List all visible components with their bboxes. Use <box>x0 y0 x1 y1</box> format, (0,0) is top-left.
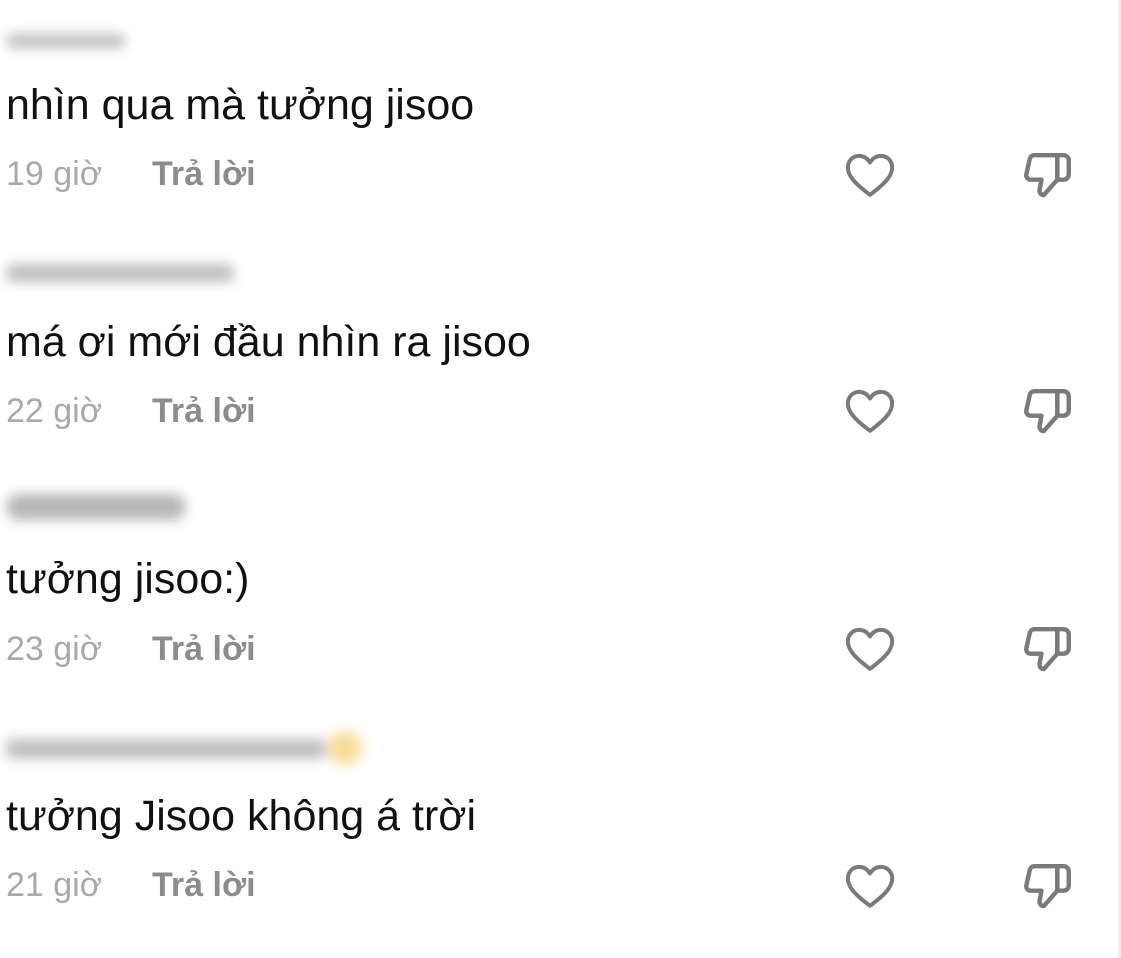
comment-time: 21 giờ <box>6 865 103 904</box>
username-blurred[interactable] <box>6 486 196 526</box>
heart-icon[interactable] <box>842 858 898 914</box>
comment-time: 23 giờ <box>6 629 103 668</box>
comment-text: tưởng Jisoo không á trời <box>6 792 477 840</box>
username-blurred[interactable] <box>6 250 246 290</box>
comment-item: nhìn qua mà tưởng jisoo 19 giờ Trả lời <box>0 0 1121 236</box>
username-blurred[interactable] <box>6 723 366 765</box>
comment-item: tưởng Jisoo không á trời 21 giờ Trả lời <box>0 711 1121 947</box>
comment-item: má ơi mới đầu nhìn ra jisoo 22 giờ Trả l… <box>0 236 1121 472</box>
comment-text: nhìn qua mà tưởng jisoo <box>6 81 475 129</box>
comment-time: 22 giờ <box>6 391 103 430</box>
thumbs-down-icon[interactable] <box>1020 147 1076 203</box>
comment-item: tưởng jisoo:) 23 giờ Trả lời <box>0 474 1121 710</box>
username-blurred[interactable] <box>6 20 136 60</box>
reply-button[interactable]: Trả lời <box>152 866 256 905</box>
heart-icon[interactable] <box>842 383 898 439</box>
reply-button[interactable]: Trả lời <box>152 155 256 194</box>
thumbs-down-icon[interactable] <box>1020 858 1076 914</box>
thumbs-down-icon[interactable] <box>1020 621 1076 677</box>
comment-text: tưởng jisoo:) <box>6 555 250 603</box>
comment-time: 19 giờ <box>6 154 103 193</box>
heart-icon[interactable] <box>842 621 898 677</box>
comment-text: má ơi mới đầu nhìn ra jisoo <box>6 318 531 366</box>
reply-button[interactable]: Trả lời <box>152 392 256 431</box>
comment-meta: 23 giờ Trả lời <box>6 629 256 669</box>
comment-meta: 21 giờ Trả lời <box>6 865 256 905</box>
reply-button[interactable]: Trả lời <box>152 630 256 669</box>
heart-icon[interactable] <box>842 147 898 203</box>
comment-meta: 19 giờ Trả lời <box>6 154 256 194</box>
comment-meta: 22 giờ Trả lời <box>6 391 256 431</box>
thumbs-down-icon[interactable] <box>1020 383 1076 439</box>
